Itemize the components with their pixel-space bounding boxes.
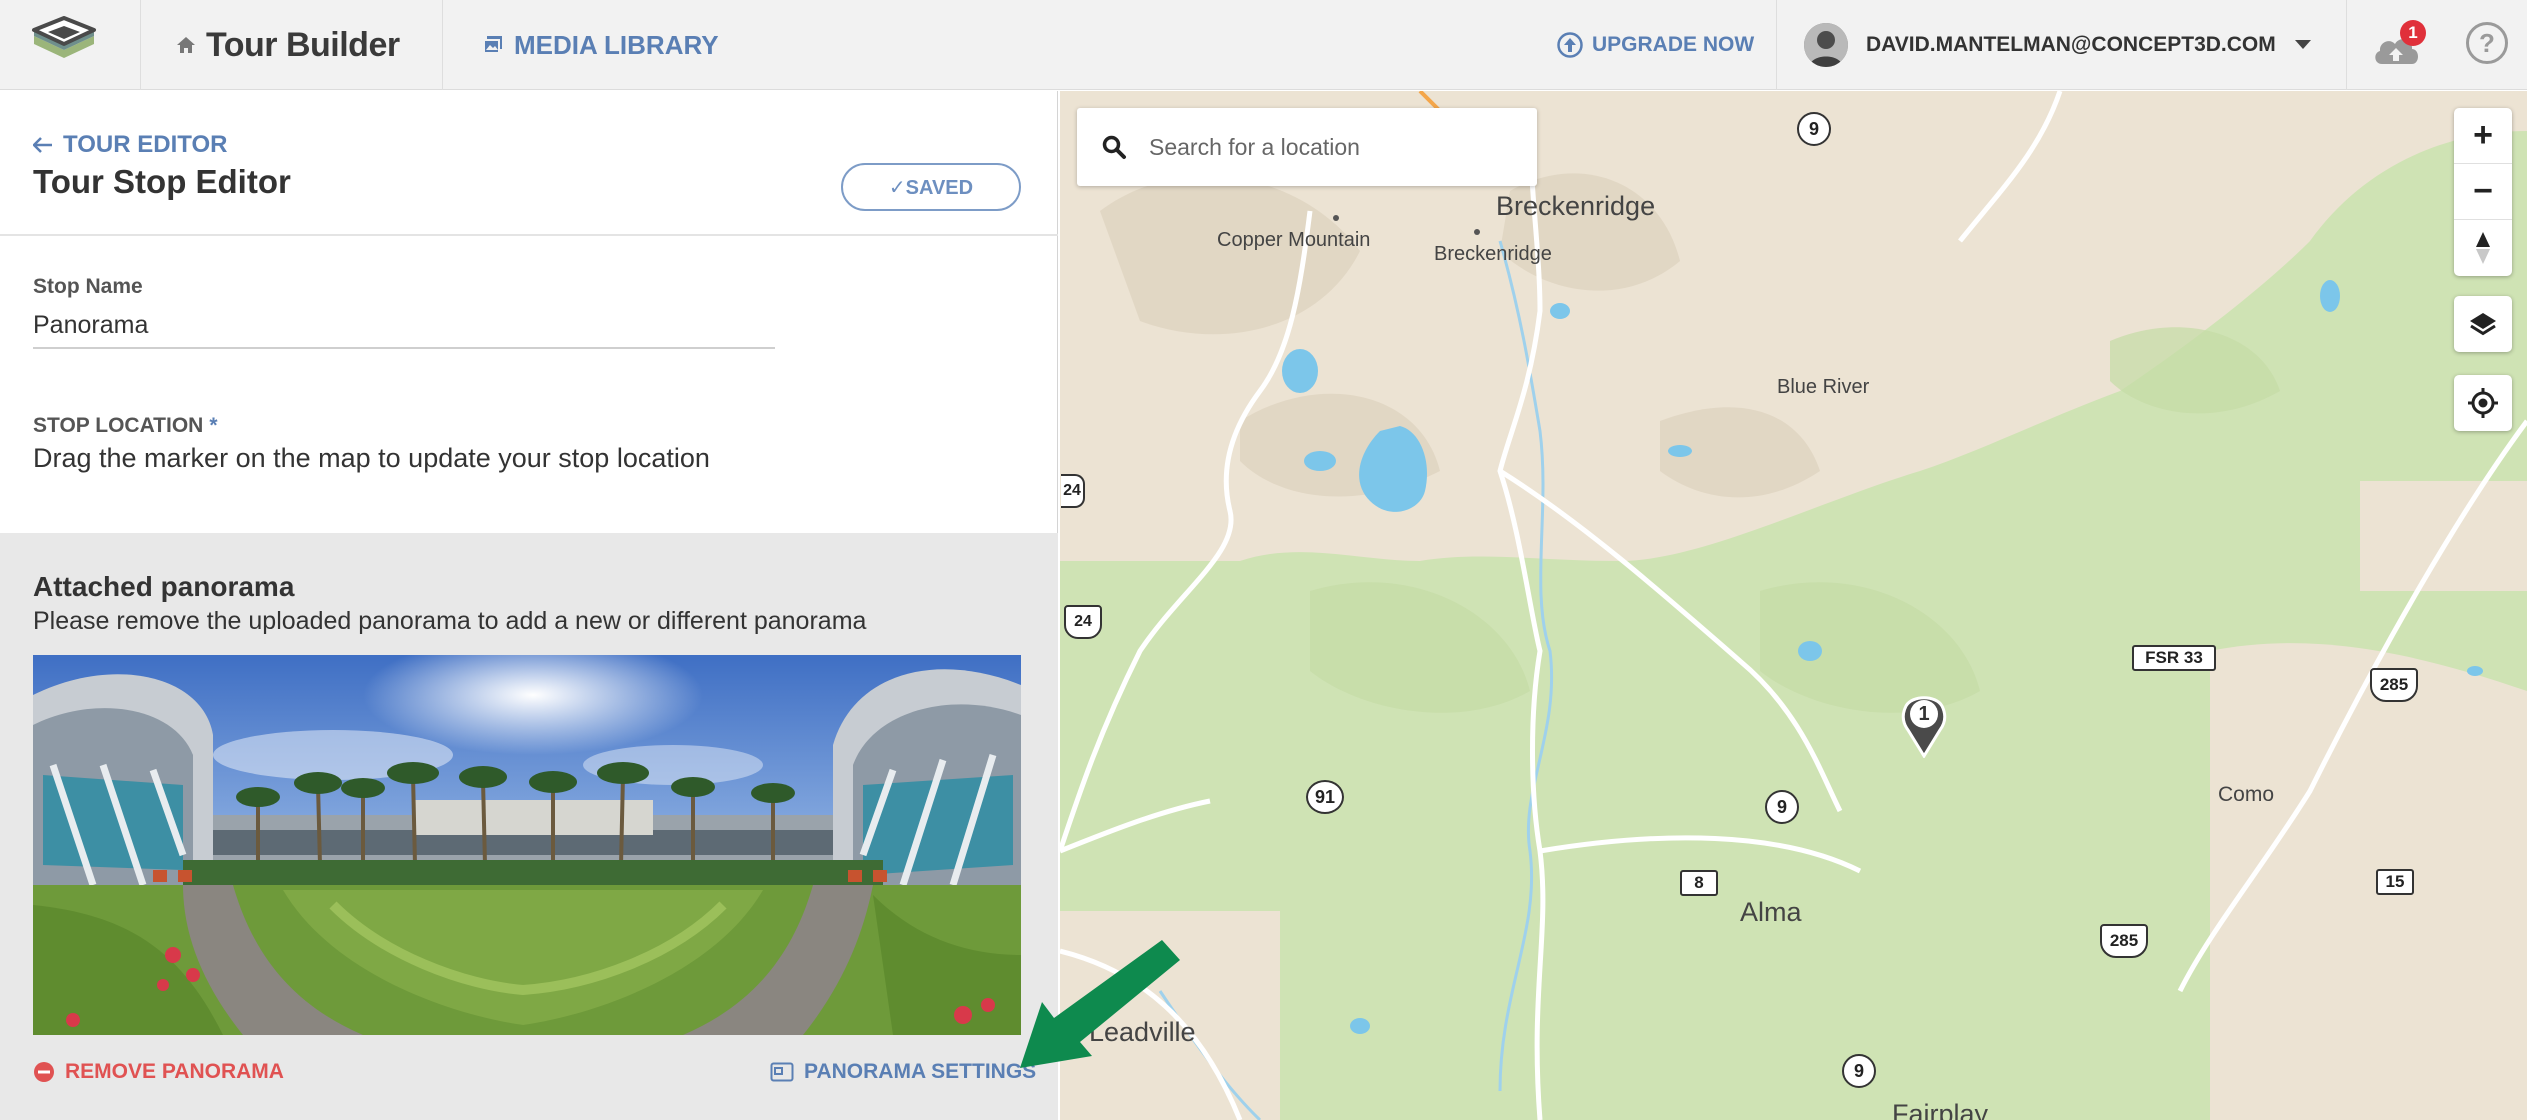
place-label: Como [2218,783,2275,806]
divider [442,0,443,90]
stop-location-label-text: STOP LOCATION [33,414,204,437]
tour-builder-home-link[interactable]: Tour Builder [176,22,400,68]
avatar [1804,23,1848,67]
road-shield: 285 [2370,668,2418,702]
notification-badge: 1 [2400,20,2426,46]
place-label: Alma [1740,897,1802,927]
place-label: Breckenridge [1434,243,1552,265]
geolocate-control [2454,375,2512,431]
home-icon [177,37,195,53]
remove-panorama-button[interactable]: REMOVE PANORAMA [33,1060,284,1084]
attached-panorama-section: Attached panorama Please remove the uplo… [0,533,1058,1120]
saved-status-button[interactable]: ✓SAVED [841,163,1021,211]
road-shield: 15 [2376,869,2414,895]
map-search-box[interactable] [1077,108,1537,186]
place-label: Breckenridge [1496,191,1656,221]
stop-name-label: Stop Name [33,275,143,298]
page-title: Tour Stop Editor [33,163,291,200]
zoom-out-button[interactable]: − [2454,164,2512,220]
zoom-in-button[interactable]: + [2454,108,2512,164]
road-shield: 9 [1842,1054,1876,1088]
panorama-section-help: Please remove the uploaded panorama to a… [33,607,867,635]
marker-number: 1 [1918,703,1930,725]
compass-icon [2476,232,2490,264]
help-icon[interactable]: ? [2466,22,2508,64]
back-to-tour-editor-link[interactable]: TOUR EDITOR [33,131,227,159]
divider [0,234,1058,236]
media-library-icon [483,36,502,54]
remove-panorama-label: REMOVE PANORAMA [65,1060,284,1083]
road-shield: FSR 33 [2132,645,2216,671]
user-email: DAVID.MANTELMAN@CONCEPT3D.COM [1866,33,2276,56]
image-settings-icon [770,1062,794,1082]
road-shield: 24 [1064,605,1102,639]
annotation-arrow-icon [1020,940,1180,1068]
app-title: Tour Builder [206,25,400,64]
upgrade-label: UPGRADE NOW [1592,33,1755,56]
arrow-left-icon [33,137,52,153]
panorama-preview-image [33,655,1021,1035]
stop-name-input[interactable] [33,303,775,349]
road-shield: 8 [1680,870,1718,896]
zoom-controls: + − [2454,108,2512,276]
chevron-down-icon [2294,40,2311,49]
remove-circle-icon [34,1062,54,1082]
map-view[interactable]: Breckenridge Breckenridge Copper Mountai… [1060,91,2527,1120]
road-shield: 24 [1061,474,1085,508]
upgrade-arrow-icon [1557,32,1583,58]
divider [1776,0,1777,90]
place-label: Fairplay [1892,1099,1989,1120]
location-search-input[interactable] [1149,133,1509,161]
top-bar: Tour Builder MEDIA LIBRARY UPGRADE NOW D… [0,0,2527,90]
road-shield: 9 [1797,112,1831,146]
upgrade-now-button[interactable]: UPGRADE NOW [1556,22,1754,68]
app-logo-icon[interactable] [28,12,100,78]
media-library-link[interactable]: MEDIA LIBRARY [482,22,719,68]
required-marker: * [209,414,218,437]
user-menu[interactable]: DAVID.MANTELMAN@CONCEPT3D.COM [1804,18,2312,72]
compass-button[interactable] [2454,220,2512,276]
layers-control [2454,296,2512,352]
back-link-label: TOUR EDITOR [63,131,228,158]
place-label: Copper Mountain [1217,229,1371,251]
tour-stop-marker[interactable]: 1 [1900,692,1948,759]
layers-icon [2470,313,2496,336]
place-label: Blue River [1777,376,1870,398]
layers-button[interactable] [2454,296,2512,352]
tour-stop-editor-panel: TOUR EDITOR Tour Stop Editor ✓SAVED Stop… [0,91,1058,1120]
crosshair-icon [2468,388,2498,418]
geolocate-button[interactable] [2454,375,2512,431]
stop-location-help: Drag the marker on the map to update you… [33,443,710,473]
road-shield: 91 [1306,780,1344,814]
panorama-section-title: Attached panorama [33,571,295,602]
panorama-settings-label: PANORAMA SETTINGS [804,1060,1037,1083]
search-icon [1102,135,1126,159]
cloud-upload-button[interactable]: 1 [2370,18,2426,72]
media-library-label: MEDIA LIBRARY [514,29,719,60]
divider [140,0,141,90]
divider [2346,0,2347,90]
stop-location-label: STOP LOCATION * [33,414,218,438]
road-shield: 285 [2100,924,2148,958]
panorama-settings-button[interactable]: PANORAMA SETTINGS [770,1060,1036,1084]
road-shield: 9 [1765,790,1799,824]
